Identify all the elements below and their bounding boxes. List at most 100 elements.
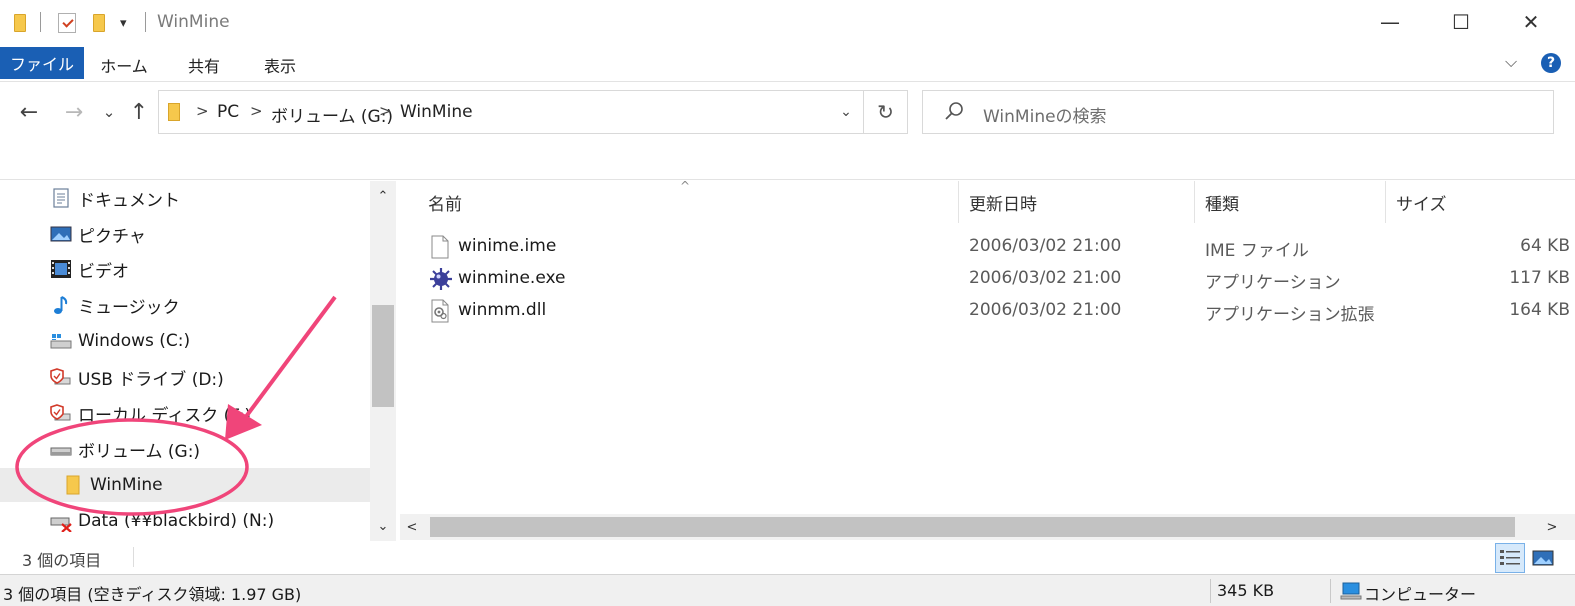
nav-item-pictures[interactable]: ピクチャ: [0, 217, 370, 251]
nav-item-label: USB ドライブ (D:): [78, 369, 224, 390]
nav-item-winmine[interactable]: WinMine: [0, 468, 370, 502]
nav-item-label: ローカル ディスク (F:): [78, 405, 252, 426]
blank-file-icon: [431, 235, 449, 259]
recent-locations-button[interactable]: ⌄: [95, 97, 123, 127]
large-icons-view-icon: [1532, 550, 1554, 566]
up-button[interactable]: ↑: [125, 97, 153, 127]
minimize-button[interactable]: —: [1355, 0, 1425, 44]
close-button[interactable]: ✕: [1496, 0, 1566, 44]
nav-item-documents[interactable]: ドキュメント: [0, 181, 370, 215]
status-divider: [1210, 579, 1211, 603]
video-icon: [51, 260, 71, 278]
nav-item-windows-c[interactable]: Windows (C:): [0, 324, 370, 358]
properties-icon[interactable]: [58, 12, 76, 34]
nav-item-label: ドキュメント: [78, 190, 180, 211]
file-name: winime.ime: [458, 236, 557, 256]
scrollbar-thumb[interactable]: [372, 305, 394, 407]
breadcrumb-separator[interactable]: >: [250, 102, 263, 120]
breadcrumb-separator[interactable]: >: [379, 102, 392, 120]
status-separator: [133, 547, 134, 567]
file-row[interactable]: winime.ime 2006/03/02 21:00 IME ファイル 64 …: [400, 231, 1575, 263]
details-view-icon: [1500, 550, 1520, 565]
usb-drive-icon: [50, 368, 71, 385]
search-placeholder: WinMineの検索: [983, 107, 1107, 127]
file-type: アプリケーション: [1205, 273, 1341, 293]
nav-item-music[interactable]: ミュージック: [0, 288, 370, 322]
column-header-name[interactable]: 名前: [418, 181, 959, 223]
breadcrumb-volume-g[interactable]: ボリューム (G:): [271, 102, 393, 127]
file-row[interactable]: winmine.exe 2006/03/02 21:00 アプリケーション 11…: [400, 263, 1575, 295]
folder-icon: [66, 475, 80, 495]
nav-item-data-n[interactable]: Data (¥¥blackbird) (N:): [0, 504, 370, 538]
refresh-button[interactable]: ↻: [863, 91, 907, 133]
tab-view[interactable]: 表示: [244, 47, 316, 82]
file-size: 117 KB: [1509, 268, 1570, 288]
new-folder-icon[interactable]: [93, 12, 105, 34]
computer-icon: [1340, 582, 1362, 600]
status-free-space: 3 個の項目 (空きディスク領域: 1.97 GB): [3, 585, 302, 604]
nav-item-label: WinMine: [90, 475, 163, 495]
breadcrumb-separator[interactable]: >: [196, 102, 209, 120]
column-header-modified[interactable]: 更新日時: [959, 181, 1195, 223]
nav-item-label: Data (¥¥blackbird) (N:): [78, 511, 275, 531]
dll-file-icon: [431, 299, 449, 323]
item-count: 3 個の項目: [22, 551, 102, 570]
nav-item-usb-d[interactable]: USB ドライブ (D:): [0, 360, 370, 394]
forward-button[interactable]: →: [60, 97, 88, 127]
status-location: コンピューター: [1364, 585, 1477, 604]
breadcrumb-winmine[interactable]: WinMine: [400, 102, 473, 122]
large-icons-view-button[interactable]: [1528, 543, 1558, 573]
column-header-size[interactable]: サイズ: [1386, 181, 1575, 223]
back-button[interactable]: ←: [15, 97, 43, 127]
address-bar[interactable]: > PC > ボリューム (G:) > WinMine ⌄ ↻: [158, 90, 908, 134]
toolbar-separator: [40, 12, 41, 32]
scroll-right-icon[interactable]: >: [1540, 514, 1564, 540]
column-header-type[interactable]: 種類: [1195, 181, 1386, 223]
title-bar: ▾ WinMine — ☐ ✕: [0, 0, 1575, 44]
tab-home[interactable]: ホーム: [88, 47, 160, 82]
tab-share[interactable]: 共有: [168, 47, 240, 82]
scroll-left-icon[interactable]: <: [400, 514, 424, 540]
horizontal-scrollbar[interactable]: < >: [400, 514, 1575, 540]
folder-icon: [14, 12, 26, 34]
toolbar-separator: [145, 12, 146, 32]
window-title: WinMine: [157, 12, 230, 32]
local-disk-icon: [50, 404, 71, 421]
navigation-pane-scrollbar[interactable]: ⌃ ⌄: [370, 181, 396, 541]
file-size: 64 KB: [1520, 236, 1570, 256]
breadcrumb-pc[interactable]: PC: [217, 102, 239, 122]
file-modified: 2006/03/02 21:00: [969, 268, 1122, 288]
help-button[interactable]: ?: [1541, 53, 1561, 73]
network-drive-disconnected-icon: [50, 517, 72, 532]
scroll-down-icon[interactable]: ⌄: [370, 513, 396, 539]
nav-item-local-disk-f[interactable]: ローカル ディスク (F:): [0, 396, 370, 430]
maximize-button[interactable]: ☐: [1426, 0, 1496, 44]
scroll-up-icon[interactable]: ⌃: [370, 183, 396, 209]
search-input[interactable]: WinMineの検索: [922, 90, 1554, 134]
scrollbar-thumb[interactable]: [430, 517, 1515, 537]
file-list: ^ 名前 更新日時 種類 サイズ winime.ime 2006/03/02 2…: [400, 179, 1575, 541]
file-name: winmm.dll: [458, 300, 547, 320]
nav-item-label: ミュージック: [78, 297, 180, 318]
folder-icon: [168, 103, 180, 121]
file-row[interactable]: winmm.dll 2006/03/02 21:00 アプリケーション拡張 16…: [400, 295, 1575, 327]
file-type: IME ファイル: [1205, 241, 1309, 261]
ribbon-expand-icon[interactable]: ⌵: [1505, 52, 1517, 72]
details-view-button[interactable]: [1495, 543, 1525, 573]
nav-item-videos[interactable]: ビデオ: [0, 252, 370, 286]
navigation-toolbar: ← → ⌄ ↑ > PC > ボリューム (G:) > WinMine ⌄ ↻ …: [0, 82, 1575, 180]
search-icon: [945, 102, 963, 120]
drive-icon: [50, 447, 72, 456]
mine-app-icon: [430, 268, 452, 290]
tab-file[interactable]: ファイル: [0, 47, 84, 79]
nav-item-label: ピクチャ: [78, 226, 146, 247]
nav-item-label: Windows (C:): [78, 331, 191, 351]
nav-item-label: ボリューム (G:): [78, 441, 201, 462]
navigation-pane: ドキュメント ピクチャ ビデオ ミュージック Windows (C:) USB …: [0, 181, 397, 541]
windows-drive-icon: [50, 334, 72, 349]
quick-access-dropdown-icon[interactable]: ▾: [120, 12, 127, 34]
address-dropdown-icon[interactable]: ⌄: [829, 91, 863, 133]
status-bar: 3 個の項目 (空きディスク領域: 1.97 GB) 345 KB コンピュータ…: [0, 574, 1575, 606]
nav-item-label: ビデオ: [78, 261, 129, 282]
nav-item-volume-g[interactable]: ボリューム (G:): [0, 432, 370, 466]
